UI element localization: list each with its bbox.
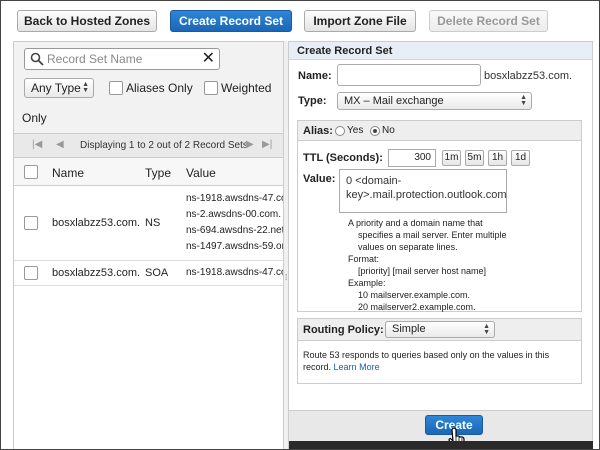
alias-row: Alias: Yes No: [298, 121, 581, 141]
record-type: NS: [145, 217, 161, 229]
clear-search-icon[interactable]: ✕: [202, 50, 215, 68]
record-type-value: MX – Mail exchange: [344, 95, 444, 107]
table-row[interactable]: bosxlabzz53.com. NS ns-1918.awsdns-47.co…: [14, 186, 283, 261]
learn-more-link[interactable]: Learn: [334, 362, 357, 372]
type-filter-value: Any Type: [31, 81, 81, 95]
select-all-checkbox[interactable]: [24, 165, 38, 179]
ttl-1h-button[interactable]: 1h: [488, 150, 507, 166]
search-icon: [30, 52, 44, 66]
column-header-name[interactable]: Name: [52, 166, 84, 180]
record-value: ns-1918.awsdns-47.co: [186, 193, 283, 204]
help-line: specifies a mail server. Enter multiple: [348, 230, 507, 240]
aliases-only-checkbox[interactable]: [109, 81, 123, 95]
alias-label: Alias:: [303, 125, 333, 137]
prev-page-icon[interactable]: ◀: [56, 139, 64, 150]
back-to-hosted-zones-button[interactable]: Back to Hosted Zones: [17, 10, 157, 32]
record-type: SOA: [145, 267, 169, 279]
import-zone-file-button[interactable]: Import Zone File: [304, 10, 416, 32]
column-header-value[interactable]: Value: [186, 166, 216, 180]
value-help-text: A priority and a domain name that specif…: [348, 217, 507, 313]
splitter-grip-icon: ⁞: [285, 273, 288, 282]
delete-record-set-button[interactable]: Delete Record Set: [429, 10, 548, 32]
search-input[interactable]: [47, 51, 197, 67]
type-filter-select[interactable]: Any Type ▲ ▼: [24, 78, 94, 98]
panel-title: Create Record Set: [289, 42, 592, 60]
pagination-bar: |◀ ◀ Displaying 1 to 2 out of 2 Record S…: [14, 134, 283, 158]
table-header: Name Type Value: [14, 158, 283, 186]
alias-no-label: No: [382, 125, 395, 136]
domain-suffix: bosxlabzz53.com.: [484, 70, 573, 82]
value-textarea[interactable]: 0 <domain- key>.mail.protection.outlook.…: [339, 169, 507, 213]
name-input[interactable]: [337, 64, 481, 86]
record-value: ns-1497.awsdns-59.org: [186, 241, 283, 252]
column-header-type[interactable]: Type: [145, 166, 171, 180]
help-line: Format:: [348, 254, 380, 264]
record-value: ns-2.awsdns-00.com.: [186, 209, 282, 220]
record-value: ns-1918.awsdns-47.co: [186, 267, 283, 278]
aliases-only-label: Aliases Only: [126, 81, 193, 95]
routing-policy-row: Routing Policy: Simple ▲ ▼: [298, 319, 581, 341]
routing-policy-description: Route 53 responds to queries based only …: [303, 349, 578, 373]
routing-policy-select[interactable]: Simple ▲ ▼: [385, 321, 495, 338]
next-page-icon[interactable]: ▶: [246, 139, 254, 150]
name-label: Name:: [298, 70, 332, 82]
select-arrows-icon: ▲ ▼: [82, 81, 89, 94]
value-line: 0 <domain-: [346, 175, 402, 187]
ttl-1d-button[interactable]: 1d: [511, 150, 530, 166]
record-name: bosxlabzz53.com.: [52, 267, 141, 279]
create-record-set-button[interactable]: Create Record Set: [170, 10, 292, 32]
ttl-5m-button[interactable]: 5m: [465, 150, 484, 166]
weighted-checkbox[interactable]: [204, 81, 218, 95]
value-line: key>.mail.protection.outlook.com.: [346, 189, 507, 201]
window: Back to Hosted Zones Create Record Set I…: [0, 0, 600, 450]
first-page-icon[interactable]: |◀: [32, 139, 42, 150]
toolbar: Back to Hosted Zones Create Record Set I…: [1, 1, 599, 41]
ttl-1m-button[interactable]: 1m: [442, 150, 461, 166]
row-checkbox[interactable]: [24, 216, 38, 230]
help-line: 20 mailserver2.example.com.: [348, 302, 476, 312]
routing-policy-label: Routing Policy:: [303, 324, 384, 336]
help-line: Example:: [348, 278, 386, 288]
learn-more-link[interactable]: More: [359, 362, 380, 372]
record-sets-pane: ✕ Any Type ▲▼ Aliases Only Weighted Only…: [13, 41, 283, 449]
routing-policy-group: Routing Policy: Simple ▲ ▼ Route 53 respo…: [297, 318, 582, 384]
create-record-set-panel: Create Record Set Name: bosxlabzz53.com.…: [289, 41, 593, 449]
select-arrows-icon: ▲ ▼: [520, 94, 527, 107]
ttl-input[interactable]: 300: [388, 149, 436, 167]
last-page-icon[interactable]: ▶|: [262, 139, 272, 150]
weighted-only-label: Only: [22, 111, 47, 125]
alias-yes-label: Yes: [347, 125, 364, 136]
alias-no-radio[interactable]: [370, 126, 380, 136]
help-line: [priority] [mail server host name]: [348, 266, 487, 276]
value-label: Value:: [303, 173, 336, 185]
weighted-label: Weighted: [221, 81, 272, 95]
help-line: values on separate lines.: [348, 242, 458, 252]
table-row[interactable]: bosxlabzz53.com. SOA ns-1918.awsdns-47.c…: [14, 261, 283, 286]
search-box[interactable]: ✕: [24, 48, 220, 70]
help-line: 10 mailserver.example.com.: [348, 290, 471, 300]
ttl-label: TTL (Seconds):: [303, 152, 383, 164]
record-type-select[interactable]: MX – Mail exchange ▲ ▼: [337, 92, 532, 110]
record-details-group: Alias: Yes No TTL (Seconds): 300 1m 5m 1…: [297, 120, 582, 312]
bottom-dark-strip: [289, 441, 593, 449]
record-name: bosxlabzz53.com.: [52, 217, 141, 229]
row-checkbox[interactable]: [24, 266, 38, 280]
alias-yes-radio[interactable]: [335, 126, 345, 136]
help-line: A priority and a domain name that: [348, 218, 483, 228]
routing-policy-value: Simple: [392, 323, 426, 335]
select-arrows-icon: ▲ ▼: [483, 323, 490, 336]
type-label: Type:: [298, 95, 327, 107]
record-value: ns-694.awsdns-22.net.: [186, 225, 283, 236]
filter-bar: ✕ Any Type ▲▼ Aliases Only Weighted Only: [14, 42, 283, 134]
pagination-text: Displaying 1 to 2 out of 2 Record Sets: [80, 140, 248, 151]
